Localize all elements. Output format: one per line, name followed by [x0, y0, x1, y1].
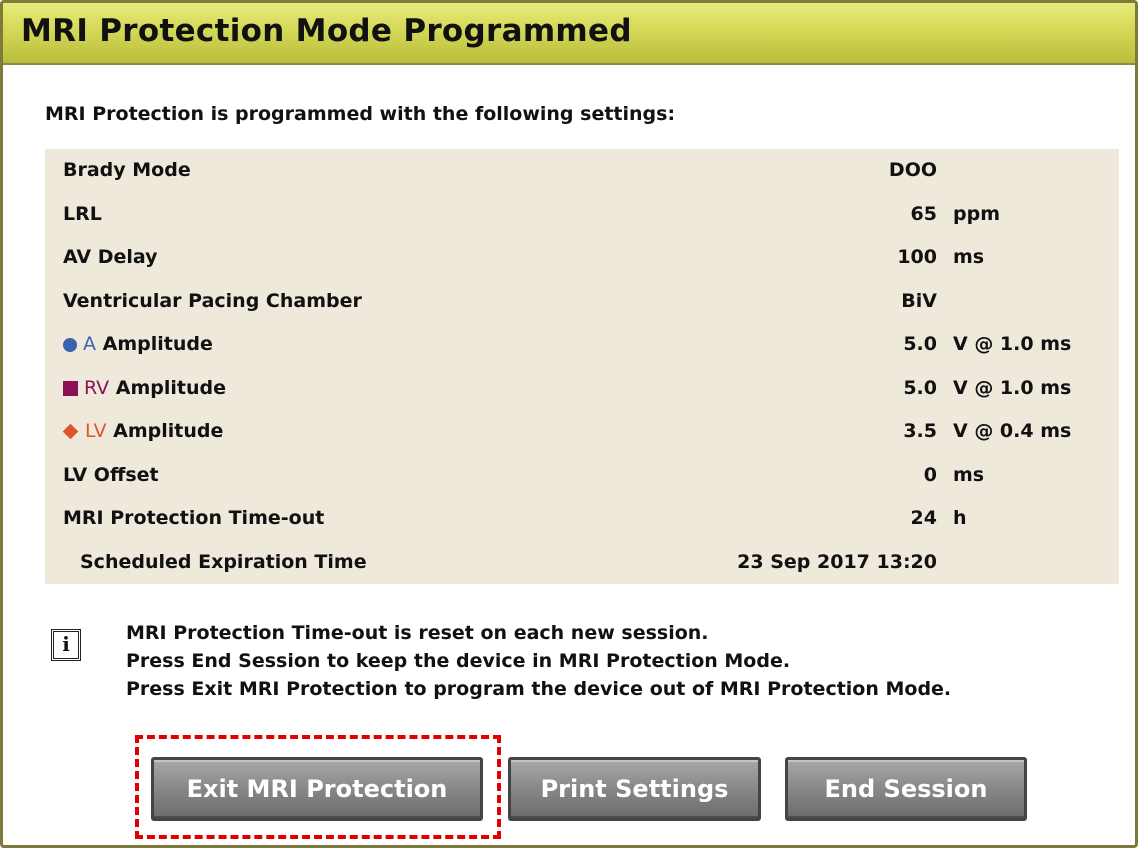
- setting-label: Ventricular Pacing Chamber: [63, 289, 362, 312]
- setting-row-rv-amplitude: RV Amplitude 5.0 V @ 1.0 ms: [45, 366, 1119, 411]
- setting-value: 5.0: [903, 376, 937, 399]
- channel-label: A: [83, 333, 96, 355]
- setting-value: DOO: [888, 159, 937, 181]
- setting-value: 24: [910, 507, 937, 529]
- setting-value: 65: [910, 202, 937, 225]
- setting-unit: h: [953, 507, 967, 529]
- setting-label: A Amplitude: [63, 323, 213, 367]
- amplitude-label: Amplitude: [115, 376, 227, 399]
- exit-mri-protection-button[interactable]: Exit MRI Protection: [151, 757, 483, 821]
- setting-label: LRL: [63, 202, 102, 225]
- setting-label: LV Amplitude: [62, 410, 224, 454]
- setting-value: 100: [897, 246, 937, 268]
- setting-value: 5.0: [903, 333, 937, 355]
- setting-row-expiration-time: Scheduled Expiration Time 23 Sep 2017 13…: [45, 540, 1119, 584]
- setting-unit: V @ 1.0 ms: [953, 333, 1072, 355]
- setting-label: LV Offset: [63, 463, 159, 486]
- setting-row-a-amplitude: A Amplitude 5.0 V @ 1.0 ms: [45, 323, 1119, 367]
- print-settings-button[interactable]: Print Settings: [508, 757, 761, 821]
- dialog-title: MRI Protection Mode Programmed: [21, 13, 632, 49]
- setting-value: 23 Sep 2017 13:20: [737, 550, 937, 573]
- setting-label: Scheduled Expiration Time: [80, 550, 367, 573]
- setting-row-lrl: LRL 65 ppm: [45, 192, 1119, 236]
- setting-label: Brady Mode: [63, 159, 191, 181]
- setting-row-time-out: MRI Protection Time-out 24 h: [45, 497, 1119, 541]
- setting-value: 0: [923, 463, 937, 486]
- setting-label: AV Delay: [63, 246, 158, 268]
- info-line: Press End Session to keep the device in …: [126, 650, 791, 672]
- setting-label: MRI Protection Time-out: [63, 507, 325, 529]
- channel-label: RV: [84, 376, 110, 399]
- setting-unit: ms: [953, 463, 985, 486]
- setting-unit: ms: [953, 246, 985, 268]
- diamond-icon: [62, 423, 79, 440]
- circle-icon: [63, 337, 77, 352]
- setting-row-av-delay: AV Delay 100 ms: [45, 236, 1119, 280]
- setting-unit: V @ 1.0 ms: [953, 376, 1072, 399]
- title-bar: MRI Protection Mode Programmed: [3, 3, 1135, 65]
- square-icon: [63, 380, 78, 396]
- info-line: Press Exit MRI Protection to program the…: [126, 678, 952, 700]
- setting-value: 3.5: [903, 420, 937, 442]
- end-session-button[interactable]: End Session: [785, 757, 1027, 821]
- amplitude-label: Amplitude: [102, 333, 213, 355]
- channel-label: LV: [85, 420, 107, 442]
- mri-protection-dialog: MRI Protection Mode Programmed MRI Prote…: [0, 0, 1138, 848]
- setting-label: RV Amplitude: [63, 367, 226, 411]
- settings-table: Brady Mode DOO LRL 65 ppm AV Delay 100 m…: [45, 149, 1119, 584]
- setting-value: BiV: [901, 289, 937, 312]
- setting-row-lv-offset: LV Offset 0 ms: [45, 453, 1119, 497]
- info-icon: i: [51, 629, 81, 661]
- setting-row-lv-amplitude: LV Amplitude 3.5 V @ 0.4 ms: [45, 410, 1119, 454]
- setting-unit: ppm: [953, 202, 1000, 225]
- info-line: MRI Protection Time-out is reset on each…: [126, 622, 709, 644]
- setting-unit: V @ 0.4 ms: [953, 420, 1072, 442]
- info-text: MRI Protection Time-out is reset on each…: [126, 619, 951, 703]
- amplitude-label: Amplitude: [113, 420, 224, 442]
- setting-row-brady-mode: Brady Mode DOO: [45, 149, 1119, 193]
- setting-row-ventricular-pacing-chamber: Ventricular Pacing Chamber BiV: [45, 279, 1119, 323]
- intro-text: MRI Protection is programmed with the fo…: [45, 103, 676, 125]
